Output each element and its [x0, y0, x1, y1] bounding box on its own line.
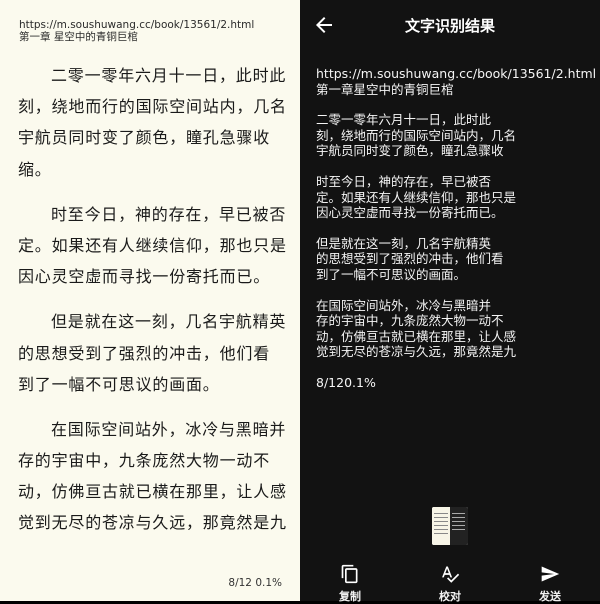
- reader-line: 刻，绕地而行的国际空间站内，几名: [18, 97, 287, 117]
- ocr-url-line: https://m.soushuwang.cc/book/13561/2.htm…: [316, 66, 597, 81]
- reader-line: 但是就在这一刻，几名宇航精英: [51, 312, 287, 332]
- ocr-paragraph: 但是就在这一刻，几名宇航精英 的思想受到了强烈的冲击，他们看 到了一幅不可思议的…: [316, 236, 591, 283]
- bottom-toolbar: 复制 校对 发送: [300, 560, 600, 604]
- reader-line: 到了一幅不可思议的画面。: [18, 374, 220, 394]
- copy-icon: [341, 564, 358, 584]
- ocr-line: 但是就在这一刻，几名宇航精英: [316, 235, 492, 251]
- ocr-line: 时至今日，神的存在，早已被否: [316, 173, 492, 189]
- reader-line: 定。如果还有人继续信仰，那也只是: [18, 235, 287, 255]
- copy-label: 复制: [339, 590, 361, 603]
- screenshot-thumbnail[interactable]: [432, 507, 468, 545]
- top-app-bar: 文字识别结果: [300, 0, 600, 50]
- ocr-line: 的思想受到了强烈的冲击，他们看: [316, 251, 504, 267]
- ocr-paragraph: 在国际空间站外，冰冷与黑暗并 存的宇宙中，九条庞然大物一动不 动，仿佛亘古就已横…: [316, 298, 591, 360]
- reader-line: 缩。: [18, 159, 52, 179]
- reader-page[interactable]: https://m.soushuwang.cc/book/13561/2.htm…: [0, 0, 300, 601]
- reader-line: 因心灵空虚而寻找一份寄托而已。: [18, 267, 271, 287]
- ocr-line: 觉到无尽的苍凉与久远，那竟然是九: [316, 344, 517, 360]
- reader-line: 动，仿佛亘古就已横在那里，让人感: [18, 482, 287, 502]
- ocr-line: 定。如果还有人继续信仰，那也只是: [316, 189, 517, 205]
- reader-line: 时至今日，神的存在，早已被否: [51, 204, 287, 224]
- send-icon: [541, 566, 560, 582]
- ocr-line: 在国际空间站外，冰冷与黑暗并: [316, 297, 492, 313]
- ocr-paragraph: 时至今日，神的存在，早已被否 定。如果还有人继续信仰，那也只是 因心灵空虚而寻找…: [316, 174, 591, 221]
- ocr-text-area[interactable]: https://m.soushuwang.cc/book/13561/2.htm…: [316, 66, 597, 391]
- ocr-paragraph: 二零一零年六月十一日，此时此 刻，绕地而行的国际空间站内，几名 宇航员同时变了颜…: [316, 112, 591, 159]
- proofread-label: 校对: [439, 590, 461, 603]
- reader-paragraph: 二零一零年六月十一日，此时此 刻，绕地而行的国际空间站内，几名 宇航员同时变了颜…: [18, 60, 286, 185]
- ocr-line: 到了一幅不可思议的画面。: [316, 266, 467, 282]
- reader-line: 的思想受到了强烈的冲击，他们看: [18, 343, 271, 363]
- ocr-line: 动，仿佛亘古就已横在那里，让人感: [316, 328, 517, 344]
- ocr-line: 二零一零年六月十一日，此时此: [316, 112, 492, 128]
- copy-button[interactable]: 复制: [320, 564, 380, 604]
- reader-line: 二零一零年六月十一日，此时此: [51, 66, 287, 85]
- reader-paragraph: 在国际空间站外，冰冷与黑暗并 存的宇宙中，九条庞然大物一动不 动，仿佛亘古就已横…: [18, 414, 286, 539]
- reader-body: 二零一零年六月十一日，此时此 刻，绕地而行的国际空间站内，几名 宇航员同时变了颜…: [18, 60, 286, 539]
- spellcheck-icon: [442, 566, 460, 583]
- ocr-footer-line: 8/120.1%: [316, 374, 376, 390]
- reader-line: 觉到无尽的苍凉与久远，那竟然是九: [18, 513, 287, 533]
- reader-paragraph: 但是就在这一刻，几名宇航精英 的思想受到了强烈的冲击，他们看 到了一幅不可思议的…: [18, 306, 286, 400]
- ocr-chapter-line: 第一章星空中的青铜巨棺: [316, 81, 454, 97]
- reader-line: 在国际空间站外，冰冷与黑暗并: [51, 419, 287, 439]
- page-title: 文字识别结果: [404, 17, 495, 35]
- ocr-line: 宇航员同时变了颜色，瞳孔急骤收: [316, 143, 504, 159]
- reader-line: 存的宇宙中，九条庞然大物一动不: [18, 451, 271, 471]
- proofread-button[interactable]: 校对: [420, 564, 480, 604]
- reader-chapter-title: 第一章 星空中的青铜巨棺: [19, 31, 138, 43]
- reader-line: 宇航员同时变了颜色，瞳孔急骤收: [18, 128, 271, 148]
- ocr-line: 刻，绕地而行的国际空间站内，几名: [316, 127, 517, 143]
- ocr-line: 因心灵空虚而寻找一份寄托而已。: [316, 205, 504, 221]
- send-label: 发送: [539, 590, 561, 603]
- send-button[interactable]: 发送: [520, 564, 580, 604]
- reader-page-progress: 8/12 0.1%: [228, 577, 282, 589]
- reader-paragraph: 时至今日，神的存在，早已被否 定。如果还有人继续信仰，那也只是 因心灵空虚而寻找…: [18, 199, 286, 293]
- ocr-line: 存的宇宙中，九条庞然大物一动不: [316, 313, 504, 329]
